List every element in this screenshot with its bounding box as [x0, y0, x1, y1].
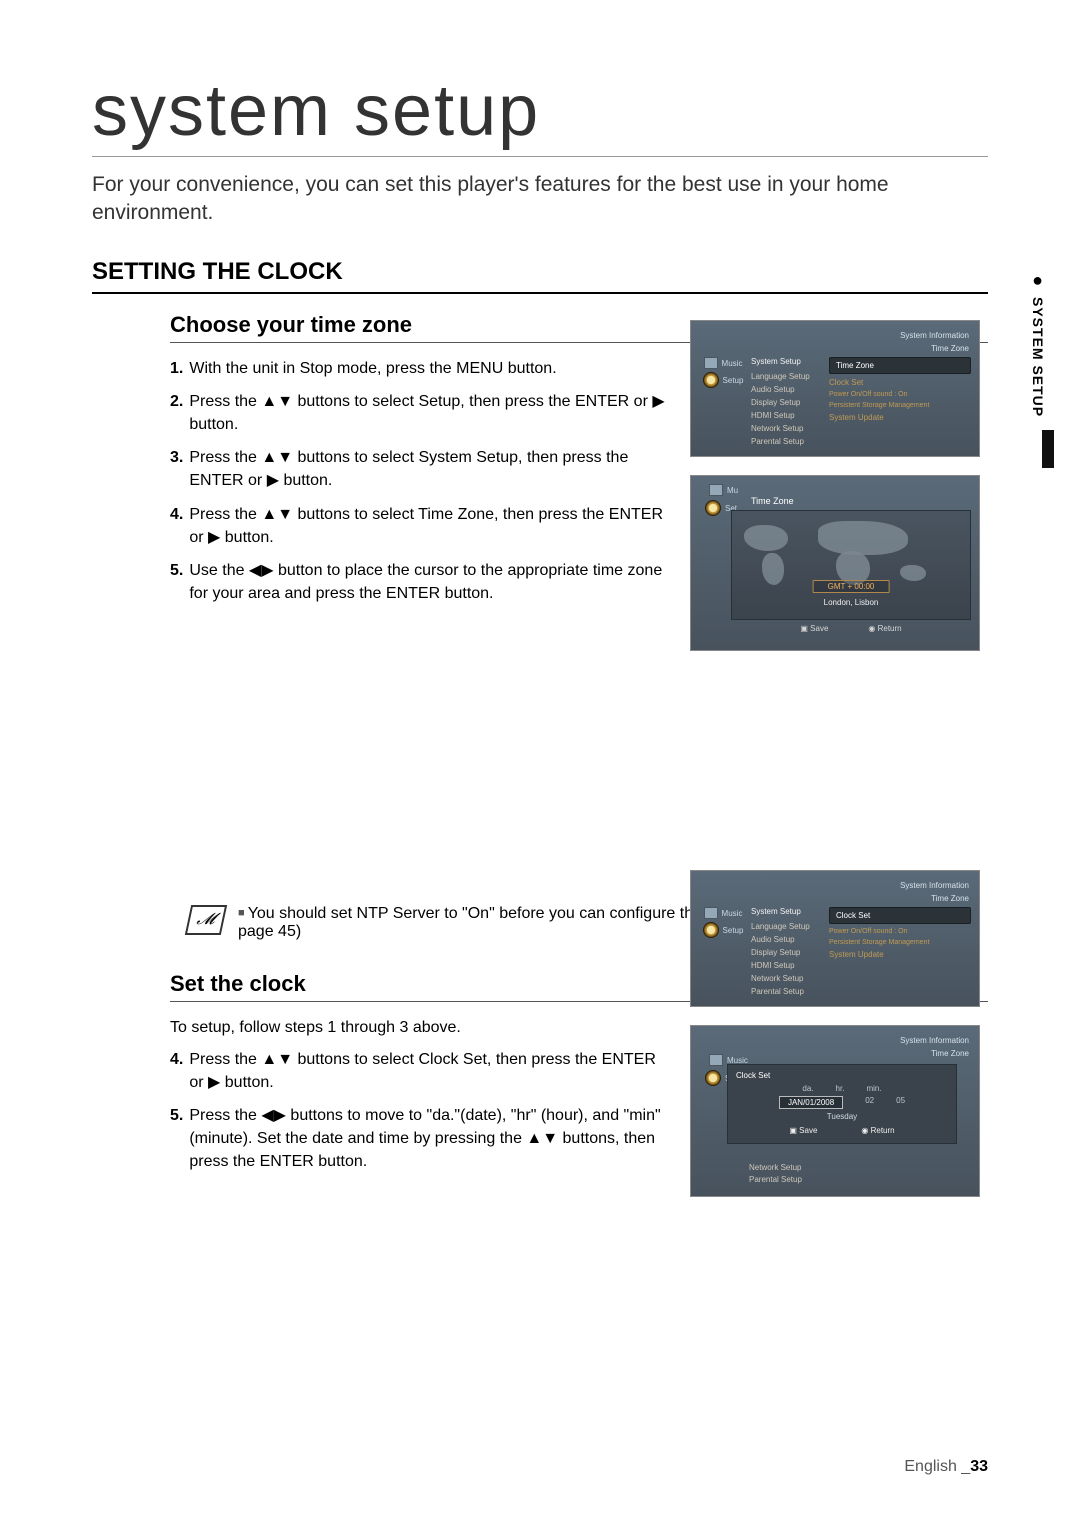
music-icon: [704, 357, 718, 369]
selected-item: Time Zone: [829, 357, 971, 374]
step-text: With the unit in Stop mode, press the ME…: [189, 357, 670, 380]
timezone-steps: 1.With the unit in Stop mode, press the …: [170, 357, 670, 606]
menu-item: System Update: [829, 413, 971, 422]
set-clock-steps: 4.Press the ▲▼ buttons to select Clock S…: [170, 1048, 670, 1174]
col-label: min.: [866, 1084, 881, 1093]
step-text: Press the ▲▼ buttons to select Clock Set…: [189, 1048, 670, 1094]
page-intro: For your convenience, you can set this p…: [92, 171, 988, 228]
music-icon: [709, 484, 723, 496]
screenshot-timezone-menu: System Information Time Zone Music Setup…: [690, 320, 980, 457]
step-text: Press the ▲▼ buttons to select Time Zone…: [189, 503, 670, 549]
gear-icon: [703, 922, 719, 938]
menu-item: System Update: [829, 950, 971, 959]
menu-item: Persistent Storage Management: [829, 402, 971, 409]
music-icon: [704, 907, 718, 919]
return-button: Return: [868, 624, 901, 633]
gmt-indicator: GMT + 00:00: [813, 580, 890, 593]
ui-label: Time Zone: [931, 344, 969, 353]
ui-label: Music: [722, 359, 743, 368]
save-button: Save: [789, 1126, 817, 1135]
save-button: Save: [800, 624, 828, 633]
screenshot-clockset-menu: System Information Time Zone Music Setup…: [690, 870, 980, 1007]
clockset-popup: Clock Set da. hr. min. JAN/01/2008 02 05…: [727, 1064, 957, 1144]
menu-item: Power On/Off sound : On: [829, 928, 971, 935]
gear-icon: [703, 372, 719, 388]
hour-value: 02: [865, 1096, 874, 1109]
menu-item: Clock Set: [829, 378, 971, 387]
side-tab: ● SYSTEM SETUP: [1030, 270, 1046, 417]
step-text: Press the ▲▼ buttons to select System Se…: [189, 446, 670, 492]
note-icon: 𝓜: [185, 905, 227, 935]
step-text: Press the ▲▼ buttons to select Setup, th…: [189, 390, 670, 436]
world-map: GMT + 00:00 London, Lisbon: [731, 510, 971, 620]
popup-title: Clock Set: [736, 1071, 948, 1080]
menu-item: Audio Setup: [751, 935, 825, 944]
ui-label: System Setup: [751, 357, 825, 366]
side-tab-label: SYSTEM SETUP: [1030, 297, 1046, 417]
screenshot-clockset-popup: System Information Time Zone Music S Sys…: [690, 1025, 980, 1197]
col-label: da.: [802, 1084, 813, 1093]
menu-item: Audio Setup: [751, 385, 825, 394]
footer-page-number: 33: [970, 1458, 988, 1475]
menu-item: Persistent Storage Management: [829, 939, 971, 946]
side-bar-marker: [1042, 430, 1054, 468]
gear-icon: [705, 500, 721, 516]
menu-item: HDMI Setup: [751, 411, 825, 420]
ui-label: System Information: [900, 881, 969, 890]
weekday: Tuesday: [736, 1112, 948, 1121]
min-value: 05: [896, 1096, 905, 1109]
city-label: London, Lisbon: [824, 598, 879, 607]
col-label: hr.: [836, 1084, 845, 1093]
ui-label: System Information: [900, 331, 969, 340]
bullet-icon: ●: [1032, 270, 1044, 291]
page-footer: English _33: [904, 1458, 988, 1476]
menu-item: Network Setup: [749, 1163, 802, 1172]
ui-label: Setup: [723, 926, 744, 935]
menu-item: Network Setup: [751, 424, 825, 433]
menu-item: Display Setup: [751, 398, 825, 407]
page-title: system setup: [92, 70, 988, 157]
ui-title: Time Zone: [751, 496, 794, 506]
menu-item: Display Setup: [751, 948, 825, 957]
date-value: JAN/01/2008: [779, 1096, 843, 1109]
section-setting-the-clock: SETTING THE CLOCK: [92, 258, 988, 294]
step-text: Use the ◀▶ button to place the cursor to…: [189, 559, 670, 605]
menu-item: Parental Setup: [751, 987, 825, 996]
gear-icon: [705, 1070, 721, 1086]
screenshot-timezone-map: Mu Set Time Zone GMT + 00:00 London, Lis…: [690, 475, 980, 651]
menu-item: Language Setup: [751, 922, 825, 931]
selected-item: Clock Set: [829, 907, 971, 924]
music-icon: [709, 1054, 723, 1066]
ui-label: Setup: [723, 376, 744, 385]
step-text: Press the ◀▶ buttons to move to "da."(da…: [189, 1104, 670, 1174]
ui-label: Time Zone: [931, 1049, 969, 1058]
set-clock-intro: To setup, follow steps 1 through 3 above…: [170, 1016, 670, 1039]
return-button: Return: [861, 1126, 894, 1135]
menu-item: Language Setup: [751, 372, 825, 381]
ui-label: System Setup: [751, 907, 825, 916]
ui-label: System Information: [900, 1036, 969, 1045]
menu-item: Parental Setup: [751, 437, 825, 446]
menu-item: Parental Setup: [749, 1175, 802, 1184]
menu-item: Network Setup: [751, 974, 825, 983]
ui-label: Music: [722, 909, 743, 918]
menu-item: Power On/Off sound : On: [829, 391, 971, 398]
footer-language: English: [904, 1458, 956, 1475]
ui-label: Time Zone: [931, 894, 969, 903]
menu-item: HDMI Setup: [751, 961, 825, 970]
